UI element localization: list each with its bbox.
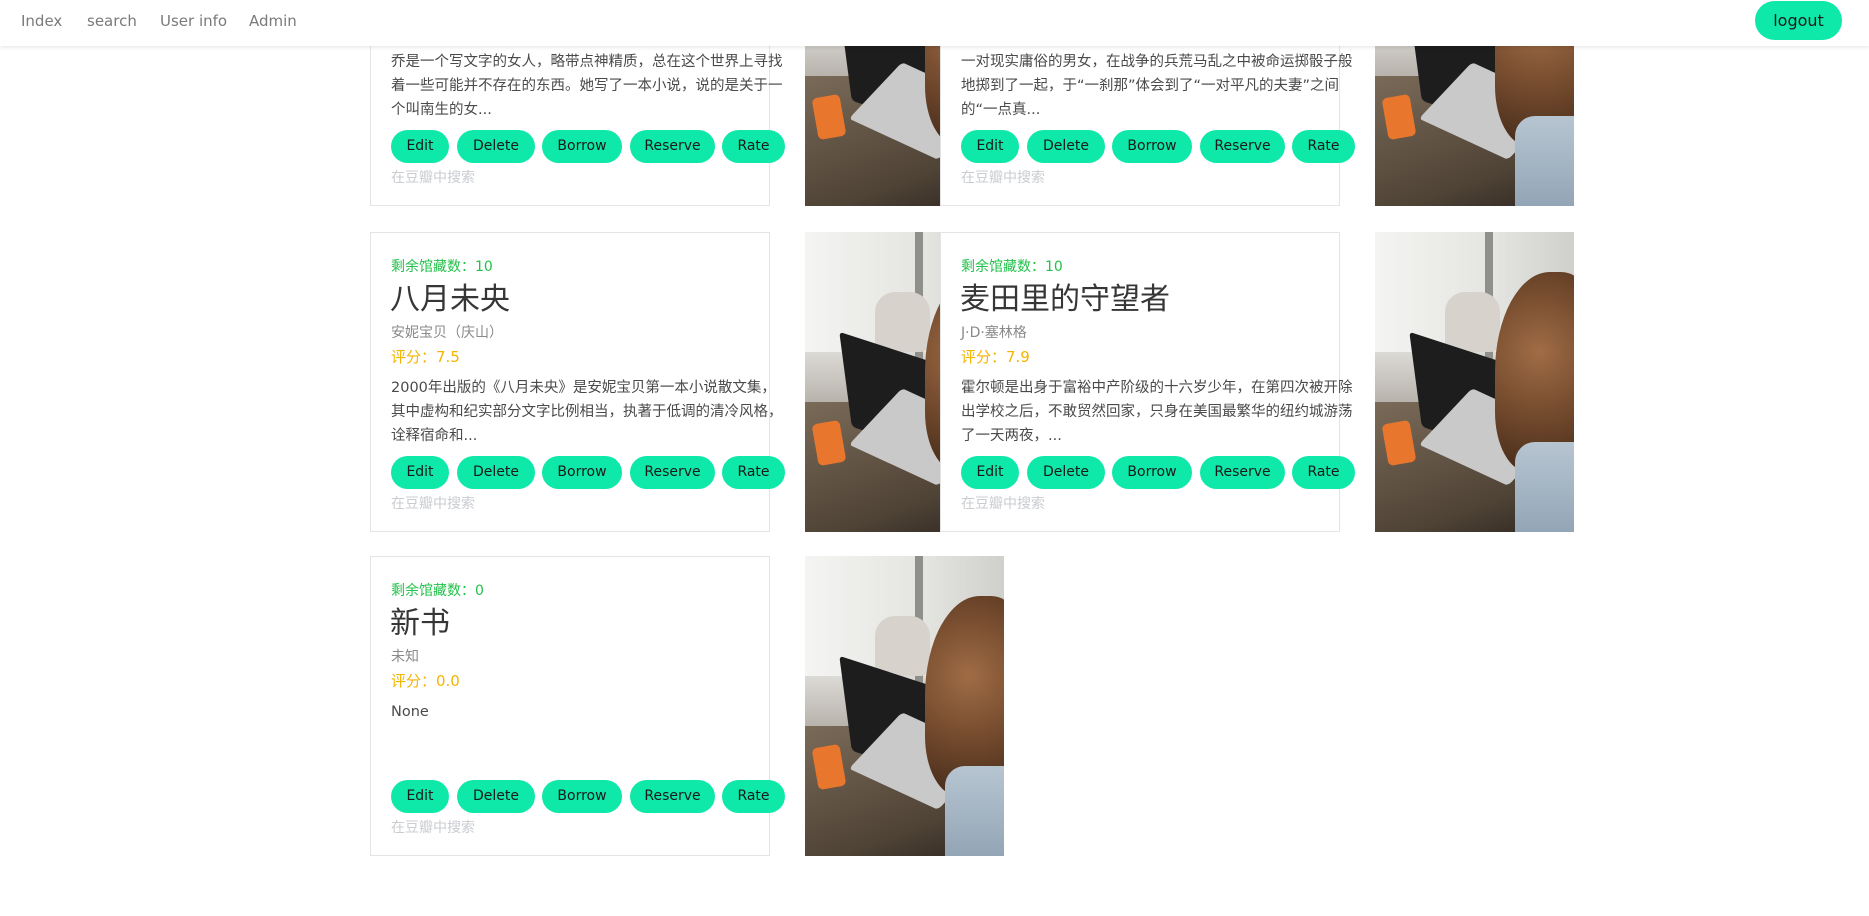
delete-button[interactable]: Delete [457, 780, 535, 813]
delete-button[interactable]: Delete [1027, 130, 1105, 163]
book-description: 2000年出版的《八月未央》是安妮宝贝第一本小说散文集，其中虚构和纪实部分文字比… [391, 380, 783, 444]
reserve-button[interactable]: Reserve [630, 130, 715, 163]
book-card: 剩余馆藏数：0 新书 未知 评分：0.0 None Edit Delete Bo… [370, 556, 785, 856]
book-cover-image [805, 556, 1004, 856]
delete-button[interactable]: Delete [1027, 456, 1105, 489]
top-navbar: Index search User info Admin logout [0, 0, 1869, 46]
douban-search-link[interactable]: 在豆瓣中搜索 [961, 167, 1045, 187]
delete-button[interactable]: Delete [457, 456, 535, 489]
borrow-button[interactable]: Borrow [1112, 130, 1192, 163]
logout-button[interactable]: logout [1755, 1, 1842, 40]
book-author: 安妮宝贝（庆山） [391, 325, 503, 341]
delete-button[interactable]: Delete [457, 130, 535, 163]
book-title[interactable]: 八月未央 [390, 280, 510, 320]
rate-button[interactable]: Rate [1292, 456, 1355, 489]
nav-link-user-info[interactable]: User info [160, 12, 227, 30]
reserve-button[interactable]: Reserve [1200, 456, 1285, 489]
rate-button[interactable]: Rate [722, 456, 785, 489]
book-description: 霍尔顿是出身于富裕中产阶级的十六岁少年，在第四次被开除出学校之后，不敢贸然回家，… [961, 380, 1353, 444]
stock-count: 剩余馆藏数：0 [391, 583, 484, 599]
nav-link-search[interactable]: search [87, 12, 137, 30]
book-title[interactable]: 麦田里的守望者 [960, 280, 1170, 320]
book-rating: 评分：7.9 [961, 348, 1030, 366]
borrow-button[interactable]: Borrow [542, 456, 622, 489]
book-card: 剩余馆藏数：10 八月未央 安妮宝贝（庆山） 评分：7.5 2000年出版的《八… [370, 232, 785, 532]
rate-button[interactable]: Rate [722, 780, 785, 813]
rate-button[interactable]: Rate [722, 130, 785, 163]
stock-count: 剩余馆藏数：10 [961, 259, 1063, 275]
borrow-button[interactable]: Borrow [542, 130, 622, 163]
edit-button[interactable]: Edit [391, 780, 449, 813]
book-author: J·D·塞林格 [961, 325, 1027, 341]
douban-search-link[interactable]: 在豆瓣中搜索 [391, 817, 475, 837]
book-cover-image [1375, 232, 1574, 532]
stock-count: 剩余馆藏数：10 [391, 259, 493, 275]
book-description: None [391, 704, 429, 720]
nav-link-index[interactable]: Index [21, 12, 62, 30]
nav-link-admin[interactable]: Admin [249, 12, 297, 30]
reserve-button[interactable]: Reserve [630, 780, 715, 813]
rate-button[interactable]: Rate [1292, 130, 1355, 163]
borrow-button[interactable]: Borrow [1112, 456, 1192, 489]
book-author: 未知 [391, 649, 419, 665]
book-title[interactable]: 新书 [390, 604, 450, 644]
reserve-button[interactable]: Reserve [630, 456, 715, 489]
edit-button[interactable]: Edit [961, 456, 1019, 489]
edit-button[interactable]: Edit [391, 130, 449, 163]
book-description: 一对现实庸俗的男女，在战争的兵荒马乱之中被命运掷骰子般地掷到了一起，于“一刹那”… [961, 54, 1353, 118]
douban-search-link[interactable]: 在豆瓣中搜索 [391, 167, 475, 187]
borrow-button[interactable]: Borrow [542, 780, 622, 813]
douban-search-link[interactable]: 在豆瓣中搜索 [961, 493, 1045, 513]
book-rating: 评分：7.5 [391, 348, 460, 366]
book-rating: 评分：0.0 [391, 672, 460, 690]
edit-button[interactable]: Edit [961, 130, 1019, 163]
edit-button[interactable]: Edit [391, 456, 449, 489]
book-description: 乔是一个写文字的女人，略带点神精质，总在这个世界上寻找着一些可能并不存在的东西。… [391, 54, 783, 118]
book-card: 剩余馆藏数：10 麦田里的守望者 J·D·塞林格 评分：7.9 霍尔顿是出身于富… [940, 232, 1355, 532]
douban-search-link[interactable]: 在豆瓣中搜索 [391, 493, 475, 513]
reserve-button[interactable]: Reserve [1200, 130, 1285, 163]
